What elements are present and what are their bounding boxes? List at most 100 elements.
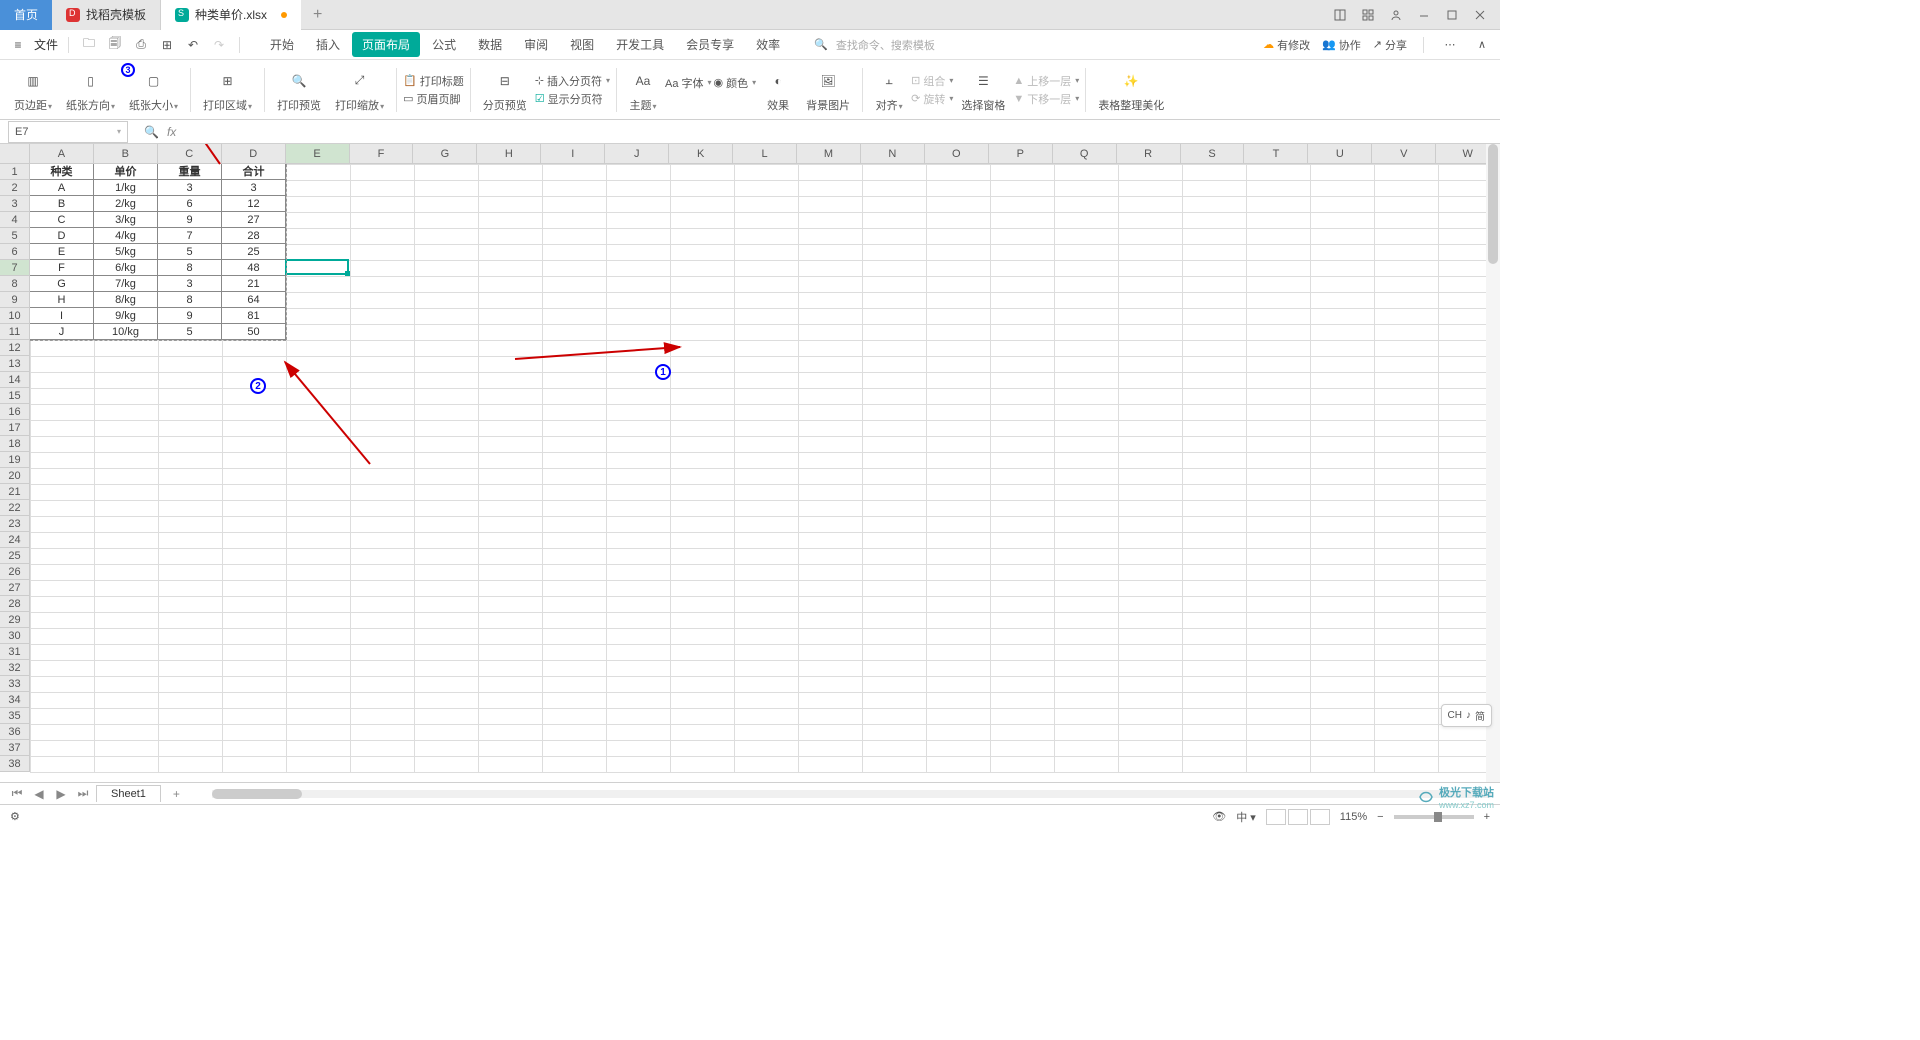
row-header[interactable]: 17 — [0, 420, 30, 436]
ribbon-show-break[interactable]: ☑显示分页符 — [535, 91, 610, 107]
maximize-button[interactable] — [1440, 5, 1464, 25]
close-button[interactable] — [1468, 5, 1492, 25]
ribbon-selection-pane[interactable]: ☰选择窗格 — [955, 65, 1011, 115]
row-header[interactable]: 36 — [0, 724, 30, 740]
row-header[interactable]: 33 — [0, 676, 30, 692]
data-cell[interactable]: 27 — [222, 212, 286, 228]
data-cell[interactable]: 8 — [158, 260, 222, 276]
data-cell[interactable]: 8/kg — [94, 292, 158, 308]
col-header[interactable]: L — [733, 144, 797, 164]
tab-current-file[interactable]: 种类单价.xlsx — [161, 0, 301, 30]
row-header[interactable]: 35 — [0, 708, 30, 724]
row-header[interactable]: 25 — [0, 548, 30, 564]
col-header[interactable]: V — [1372, 144, 1436, 164]
row-header[interactable]: 15 — [0, 388, 30, 404]
col-header[interactable]: S — [1181, 144, 1245, 164]
col-header[interactable]: B — [94, 144, 158, 164]
save-as-icon[interactable]: 🗐 — [105, 35, 125, 55]
header-cell[interactable]: 重量 — [158, 164, 222, 180]
data-cell[interactable]: E — [30, 244, 94, 260]
ime-indicator[interactable]: CH♪简 — [1441, 704, 1492, 727]
tab-templates[interactable]: 找稻壳模板 — [52, 0, 161, 30]
tab-home[interactable]: 首页 — [0, 0, 52, 30]
data-cell[interactable]: 5 — [158, 324, 222, 340]
data-cell[interactable]: B — [30, 196, 94, 212]
data-cell[interactable]: 9 — [158, 212, 222, 228]
sheet-next-icon[interactable]: ▶ — [52, 785, 70, 803]
data-cell[interactable]: 8 — [158, 292, 222, 308]
menu-tab-view[interactable]: 视图 — [560, 32, 604, 57]
data-cell[interactable]: I — [30, 308, 94, 324]
menu-tab-formula[interactable]: 公式 — [422, 32, 466, 57]
row-header[interactable]: 3 — [0, 196, 30, 212]
tab-add-button[interactable]: + — [301, 6, 334, 24]
data-cell[interactable]: 9/kg — [94, 308, 158, 324]
row-header[interactable]: 31 — [0, 644, 30, 660]
row-header[interactable]: 1 — [0, 164, 30, 180]
hamburger-icon[interactable]: ≡ — [8, 35, 28, 55]
sheet-prev-icon[interactable]: ◀ — [30, 785, 48, 803]
data-cell[interactable]: J — [30, 324, 94, 340]
data-cell[interactable]: 3 — [222, 180, 286, 196]
ribbon-size[interactable]: 3▢纸张大小▾ — [123, 65, 184, 115]
row-header[interactable]: 5 — [0, 228, 30, 244]
menu-tab-pagelayout[interactable]: 页面布局 — [352, 32, 420, 57]
row-header[interactable]: 9 — [0, 292, 30, 308]
ribbon-send-backward[interactable]: ▼下移一层▾ — [1013, 91, 1079, 107]
row-header[interactable]: 28 — [0, 596, 30, 612]
ribbon-color[interactable]: ◉颜色▾ — [714, 75, 757, 91]
data-cell[interactable]: 4/kg — [94, 228, 158, 244]
collab-button[interactable]: 👥协作 — [1322, 37, 1361, 53]
col-header[interactable]: R — [1117, 144, 1181, 164]
row-header[interactable]: 21 — [0, 484, 30, 500]
row-header[interactable]: 4 — [0, 212, 30, 228]
print-preview-icon[interactable]: ⊞ — [157, 35, 177, 55]
col-header[interactable]: D — [222, 144, 286, 164]
data-cell[interactable]: 9 — [158, 308, 222, 324]
spreadsheet-grid[interactable]: ABCDEFGHIJKLMNOPQRSTUVW 1234567891011121… — [0, 144, 1500, 782]
row-header[interactable]: 12 — [0, 340, 30, 356]
col-header[interactable]: H — [477, 144, 541, 164]
col-header[interactable]: A — [30, 144, 94, 164]
ribbon-effect[interactable]: ◐效果 — [758, 65, 798, 115]
menu-tab-efficiency[interactable]: 效率 — [746, 32, 790, 57]
eye-icon[interactable]: 👁 — [1212, 810, 1226, 823]
data-cell[interactable]: 7/kg — [94, 276, 158, 292]
col-header[interactable]: E — [286, 144, 350, 164]
data-cell[interactable]: C — [30, 212, 94, 228]
row-header[interactable]: 18 — [0, 436, 30, 452]
print-icon[interactable]: ⎙ — [131, 35, 151, 55]
row-header[interactable]: 22 — [0, 500, 30, 516]
ime-small-icon[interactable]: 中 ▾ — [1236, 809, 1256, 825]
data-cell[interactable]: 1/kg — [94, 180, 158, 196]
menu-tab-review[interactable]: 审阅 — [514, 32, 558, 57]
view-normal-button[interactable] — [1266, 809, 1286, 825]
col-header[interactable]: J — [605, 144, 669, 164]
row-header[interactable]: 34 — [0, 692, 30, 708]
ribbon-align[interactable]: ⫠对齐▾ — [869, 65, 909, 115]
fx-label[interactable]: fx — [167, 125, 176, 139]
zoom-out-button[interactable]: − — [1377, 811, 1383, 823]
row-header[interactable]: 20 — [0, 468, 30, 484]
sheet-tab[interactable]: Sheet1 — [96, 785, 161, 802]
data-cell[interactable]: 10/kg — [94, 324, 158, 340]
row-header[interactable]: 2 — [0, 180, 30, 196]
layout-1-icon[interactable] — [1328, 5, 1352, 25]
data-cell[interactable]: 3 — [158, 180, 222, 196]
data-cell[interactable]: D — [30, 228, 94, 244]
row-header[interactable]: 19 — [0, 452, 30, 468]
menu-tab-devtools[interactable]: 开发工具 — [606, 32, 674, 57]
data-cell[interactable]: 2/kg — [94, 196, 158, 212]
data-cell[interactable]: F — [30, 260, 94, 276]
minimize-button[interactable] — [1412, 5, 1436, 25]
data-cell[interactable]: 5 — [158, 244, 222, 260]
row-header[interactable]: 7 — [0, 260, 30, 276]
data-cell[interactable]: 81 — [222, 308, 286, 324]
undo-icon[interactable]: ↶ — [183, 35, 203, 55]
view-break-button[interactable] — [1310, 809, 1330, 825]
ribbon-theme[interactable]: Aa主题▾ — [623, 65, 663, 115]
data-cell[interactable]: 25 — [222, 244, 286, 260]
view-page-button[interactable] — [1288, 809, 1308, 825]
zoom-in-button[interactable]: + — [1484, 811, 1490, 823]
ribbon-bring-forward[interactable]: ▲上移一层▾ — [1013, 73, 1079, 89]
